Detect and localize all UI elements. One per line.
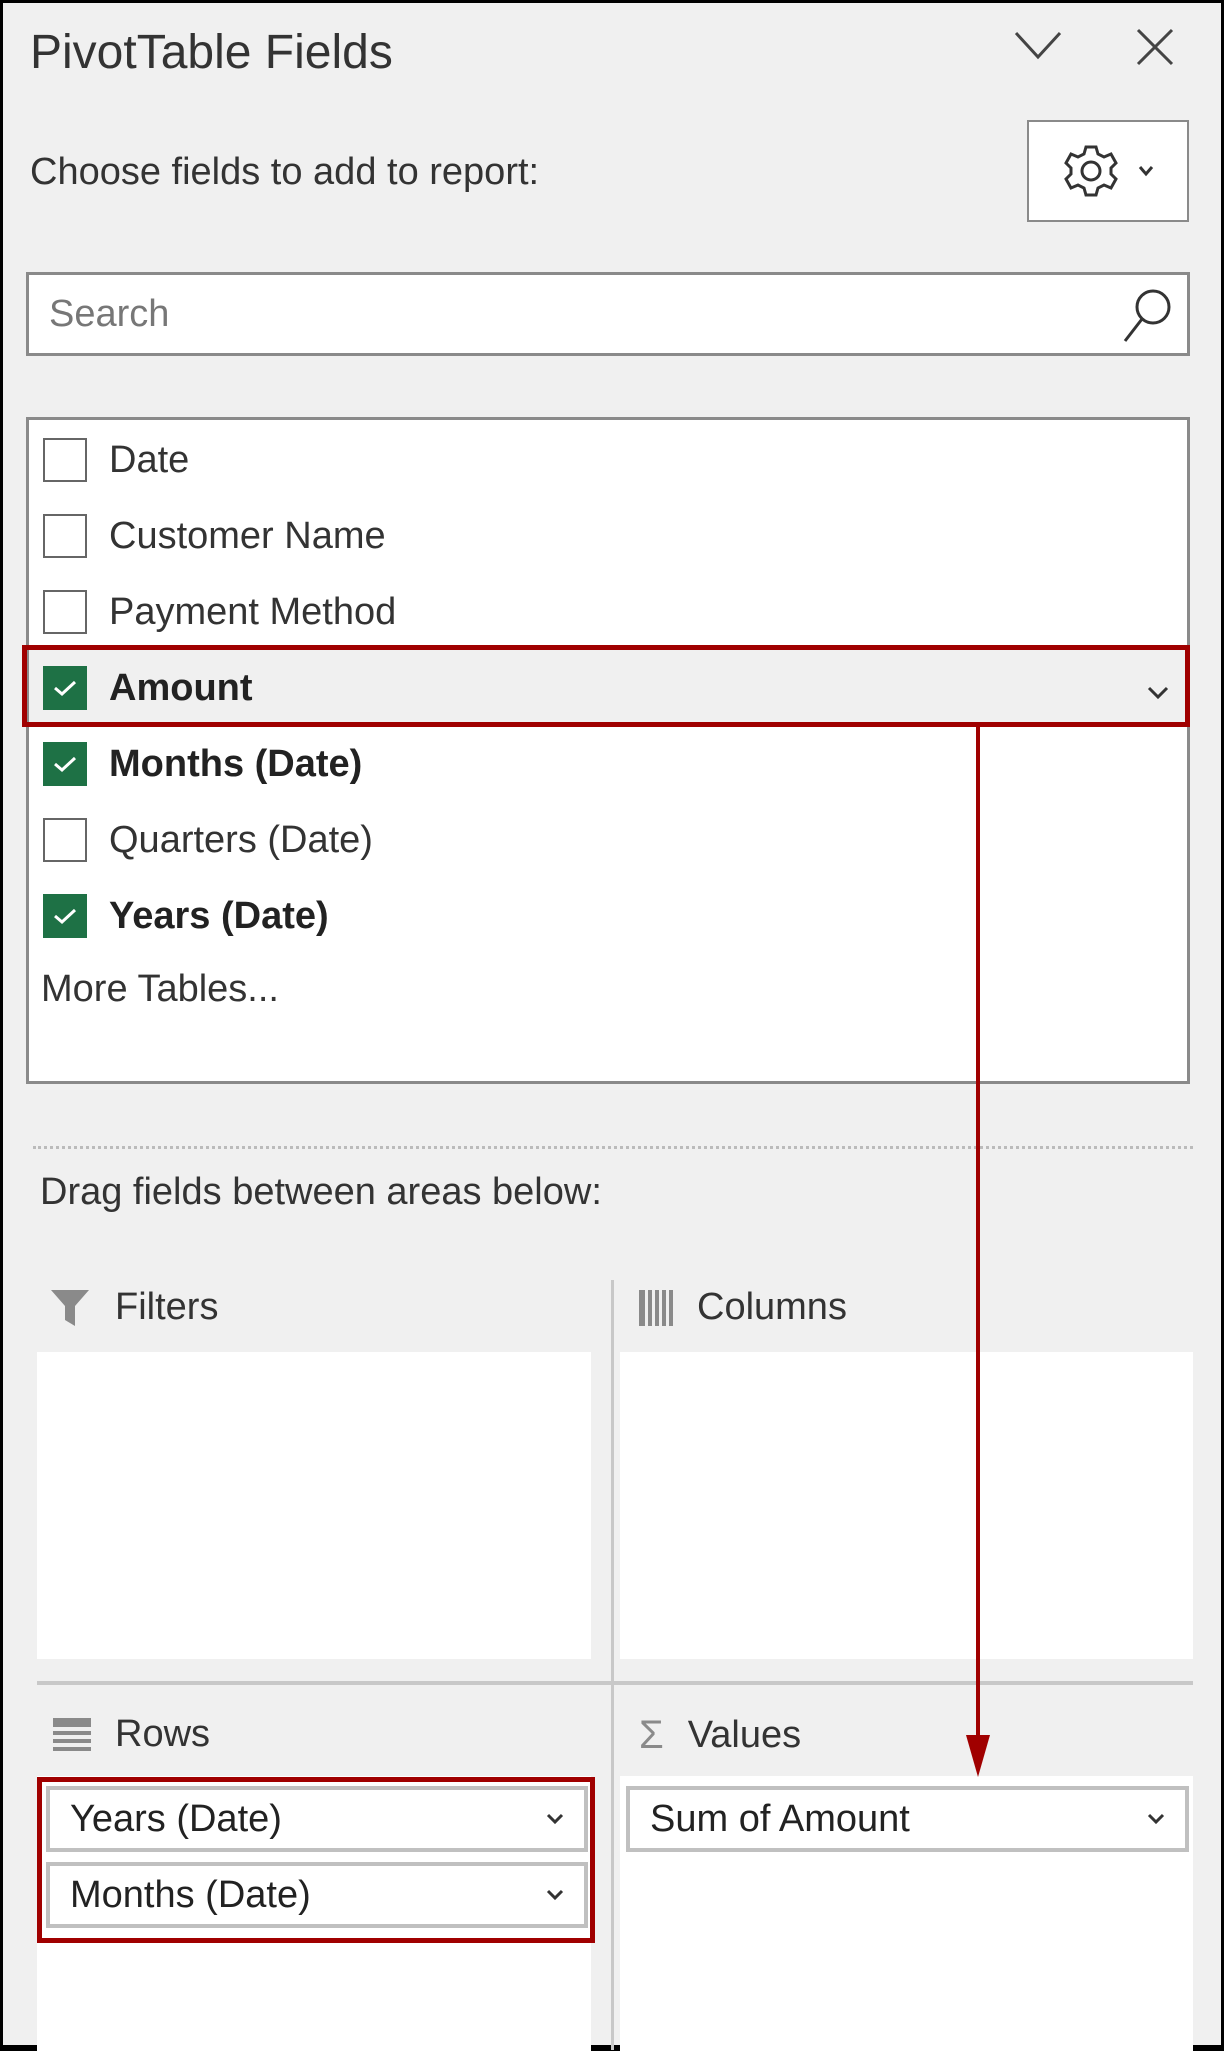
values-area-header: Σ Values	[639, 1713, 801, 1758]
filters-label: Filters	[115, 1286, 219, 1328]
filters-area-header: Filters	[49, 1286, 218, 1329]
field-item[interactable]: Customer Name	[29, 498, 1187, 574]
rows-label: Rows	[115, 1713, 211, 1755]
field-item[interactable]: Quarters (Date)	[29, 802, 1187, 878]
field-label: Date	[109, 438, 190, 481]
pane-title: PivotTable Fields	[30, 26, 393, 79]
field-checkbox[interactable]	[43, 894, 87, 938]
columns-drop-area[interactable]	[620, 1352, 1193, 1659]
columns-area-header: Columns	[639, 1286, 847, 1329]
field-label: Months (Date)	[109, 742, 363, 785]
field-checkbox[interactable]	[43, 438, 87, 482]
pivottable-fields-pane: PivotTable Fields Choose fields to add t…	[3, 3, 1221, 2051]
values-field-sum-of-amount[interactable]: Sum of Amount	[626, 1786, 1189, 1852]
drag-fields-label: Drag fields between areas below:	[40, 1171, 602, 1213]
close-icon	[1136, 28, 1174, 66]
field-item[interactable]: Years (Date)	[29, 878, 1187, 954]
rows-icon	[53, 1717, 91, 1751]
gear-icon	[1064, 145, 1118, 197]
search-icon	[1123, 289, 1171, 342]
checkmark-icon	[54, 756, 77, 773]
field-label: Years (Date)	[109, 894, 329, 937]
collapse-pane-button[interactable]	[1013, 25, 1063, 76]
rows-area-header: Rows	[53, 1713, 210, 1756]
checkmark-icon	[54, 908, 77, 925]
field-item[interactable]: Date	[29, 422, 1187, 498]
field-checkbox[interactable]	[43, 590, 87, 634]
close-pane-button[interactable]	[1135, 27, 1175, 78]
field-item[interactable]: Payment Method	[29, 574, 1187, 650]
field-label: Sum of Amount	[650, 1797, 910, 1840]
area-divider-vertical	[611, 1280, 614, 2050]
field-label: Payment Method	[109, 590, 397, 633]
divider	[33, 1146, 1193, 1149]
filters-drop-area[interactable]	[37, 1352, 591, 1659]
field-checkbox[interactable]	[43, 818, 87, 862]
field-checkbox[interactable]	[43, 514, 87, 558]
chevron-down-icon	[1138, 166, 1154, 177]
field-item[interactable]: Months (Date)	[29, 726, 1187, 802]
values-label: Values	[687, 1714, 802, 1756]
field-list-settings-button[interactable]	[1027, 120, 1189, 222]
area-divider-horizontal	[37, 1681, 1193, 1685]
arrow-annotation	[966, 725, 990, 1777]
field-list: More Tables... Date Customer Name Payment …	[26, 417, 1190, 1084]
highlight-box-amount	[22, 645, 1190, 727]
columns-icon	[639, 1289, 673, 1326]
search-input[interactable]	[29, 275, 1187, 353]
chevron-down-icon	[1014, 31, 1062, 60]
field-label: Customer Name	[109, 514, 386, 557]
field-search-box[interactable]	[26, 272, 1190, 356]
highlight-box-rows	[37, 1777, 595, 1943]
field-label: Quarters (Date)	[109, 818, 373, 861]
more-tables-link[interactable]: More Tables...	[41, 968, 279, 1011]
filter-icon	[51, 1289, 89, 1326]
columns-label: Columns	[697, 1286, 847, 1328]
field-checkbox[interactable]	[43, 742, 87, 786]
chevron-down-icon	[1147, 1813, 1165, 1825]
choose-fields-label: Choose fields to add to report:	[30, 151, 540, 193]
sigma-icon: Σ	[639, 1713, 664, 1757]
